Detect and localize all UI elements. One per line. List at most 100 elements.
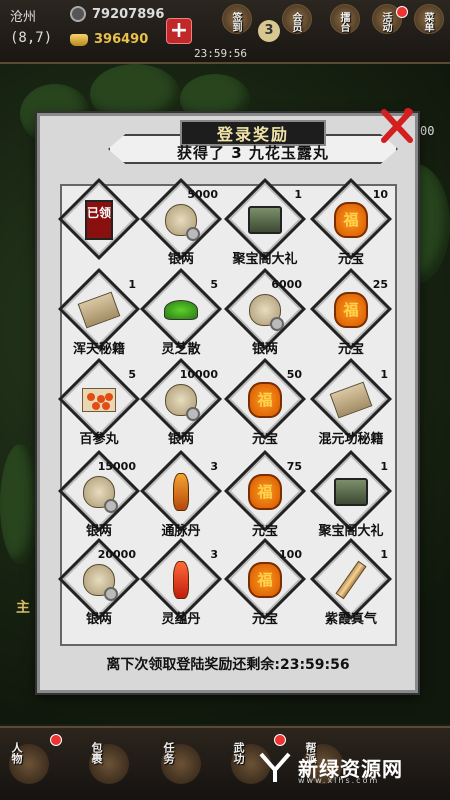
events-notification-dot	[396, 6, 408, 18]
reward-name: 元宝	[251, 524, 278, 539]
top-bar: 沧州 (8,7) 79207896 396490 + 签到 3 会员 擂台 活动…	[0, 0, 450, 64]
watermark: 新绿资源网 www.xlhs.com	[258, 750, 403, 785]
reward-slot[interactable]: 1 聚宝阁大礼	[309, 449, 393, 546]
bag-label: 包裹	[90, 742, 103, 764]
reward-quantity: 5	[128, 368, 136, 381]
reward-slot[interactable]: 福 50 元宝	[223, 357, 307, 454]
arena-label: 擂台	[338, 12, 349, 32]
reward-slot[interactable]: 20000 银两	[57, 537, 141, 634]
claimed-stamp-icon: 已领	[80, 198, 118, 242]
reward-quantity: 5000	[187, 188, 218, 201]
reward-name: 灵蕴丹	[161, 612, 201, 627]
quest-label: 任务	[162, 742, 175, 764]
ingot-bag-icon: 福	[246, 558, 284, 602]
skills-label: 武功	[232, 742, 245, 764]
reward-slot[interactable]: 1 浑天秘籍	[57, 267, 141, 364]
reward-slot[interactable]: 1 聚宝阁大礼	[223, 177, 307, 274]
skills-notification-dot	[274, 734, 286, 746]
reward-slot[interactable]: 10000 银两	[139, 357, 223, 454]
signin-menu-button[interactable]: 签到	[222, 4, 252, 34]
ingot-bag-icon: 福	[246, 378, 284, 422]
reward-slot[interactable]: 5000 银两	[139, 177, 223, 274]
location-coord: (8,7)	[10, 30, 53, 46]
reward-name: 银两	[251, 342, 278, 357]
arena-menu-button[interactable]: 擂台	[330, 4, 360, 34]
ingot-bag-icon: 福	[332, 288, 370, 332]
rolled-scroll-icon	[332, 558, 370, 602]
scroll-icon	[329, 378, 373, 422]
character-label: 人物	[10, 742, 23, 764]
reward-quantity: 1	[380, 460, 388, 473]
reward-slot[interactable]: 6000 银两	[223, 267, 307, 364]
reward-name: 元宝	[251, 432, 278, 447]
main-menu-button[interactable]: 菜单	[414, 4, 444, 34]
reward-slot[interactable]: 福 100 元宝	[223, 537, 307, 634]
silver-amount: 79207896	[92, 6, 165, 22]
next-reward-countdown: 离下次领取登陆奖励还剩余:23:59:56	[38, 654, 418, 674]
reward-name: 聚宝阁大礼	[318, 524, 384, 539]
reward-quantity: 1	[128, 278, 136, 291]
reward-quantity: 3	[210, 548, 218, 561]
watermark-logo-icon	[259, 752, 291, 782]
reward-name: 百参丸	[79, 432, 119, 447]
reward-name: 灵芝散	[161, 342, 201, 357]
gold-balance: 396490	[70, 32, 148, 47]
reward-name: 银两	[167, 432, 194, 447]
reward-quantity: 75	[286, 460, 302, 473]
vip-menu-button[interactable]: 会员	[282, 4, 312, 34]
top-timer: 23:59:56	[194, 47, 247, 60]
reward-slot[interactable]: 福 25 元宝	[309, 267, 393, 364]
reward-quantity: 10000	[179, 368, 218, 381]
dialog-subtitle: 获得了 3 九花玉露丸	[177, 144, 329, 162]
reward-slot[interactable]: 福 10 元宝	[309, 177, 393, 274]
silver-bag-icon	[162, 198, 200, 242]
reward-quantity: 5	[210, 278, 218, 291]
reward-name: 银两	[167, 252, 194, 267]
countdown-label: 离下次领取登陆奖励还剩余:	[106, 657, 280, 673]
reward-name: 元宝	[251, 612, 278, 627]
reward-slot[interactable]: 已领	[57, 177, 141, 274]
recharge-button[interactable]: +	[166, 18, 192, 44]
reward-slot[interactable]: 15000 银两	[57, 449, 141, 546]
character-button[interactable]: 人物	[6, 738, 52, 792]
vip-label: 会员	[290, 12, 301, 32]
reward-quantity: 3	[210, 460, 218, 473]
silver-bag-icon	[80, 470, 118, 514]
silver-bag-icon	[80, 558, 118, 602]
countdown-time: 23:59:56	[279, 657, 350, 673]
scroll-icon	[77, 288, 121, 332]
reward-slot[interactable]: 3 灵蕴丹	[139, 537, 223, 634]
reward-name: 通脉丹	[161, 524, 201, 539]
location-name: 沧州	[10, 10, 37, 25]
ingot-bag-icon: 福	[332, 198, 370, 242]
map-label: 主	[16, 600, 30, 616]
reward-name: 银两	[85, 612, 112, 627]
close-dialog-button[interactable]	[378, 106, 416, 146]
reward-quantity: 1	[380, 368, 388, 381]
treasure-chest-icon	[332, 470, 370, 514]
pills-icon	[80, 378, 118, 422]
watermark-url: www.xlhs.com	[298, 776, 380, 785]
reward-name: 元宝	[337, 342, 364, 357]
menu-label: 菜单	[422, 12, 433, 32]
ingot-bag-icon: 福	[246, 470, 284, 514]
reward-quantity: 25	[372, 278, 388, 291]
treasure-chest-icon	[246, 198, 284, 242]
reward-quantity: 15000	[97, 460, 136, 473]
potion-bottle-icon	[162, 470, 200, 514]
silver-bag-icon	[162, 378, 200, 422]
close-icon	[381, 108, 413, 143]
reward-slot[interactable]: 1 紫霞真气	[309, 537, 393, 634]
quest-button[interactable]: 任务	[158, 738, 204, 792]
reward-slot[interactable]: 3 通脉丹	[139, 449, 223, 546]
bag-button[interactable]: 包裹	[86, 738, 132, 792]
signin-label: 签到	[230, 12, 241, 32]
reward-slot[interactable]: 5 灵芝散	[139, 267, 223, 364]
reward-slot[interactable]: 福 75 元宝	[223, 449, 307, 546]
reward-name: 银两	[85, 524, 112, 539]
reward-slot[interactable]: 5 百参丸	[57, 357, 141, 454]
reward-name: 聚宝阁大礼	[232, 252, 298, 267]
reward-quantity: 1	[380, 548, 388, 561]
reward-slot[interactable]: 1 混元功秘籍	[309, 357, 393, 454]
silver-balance: 79207896	[70, 6, 164, 22]
